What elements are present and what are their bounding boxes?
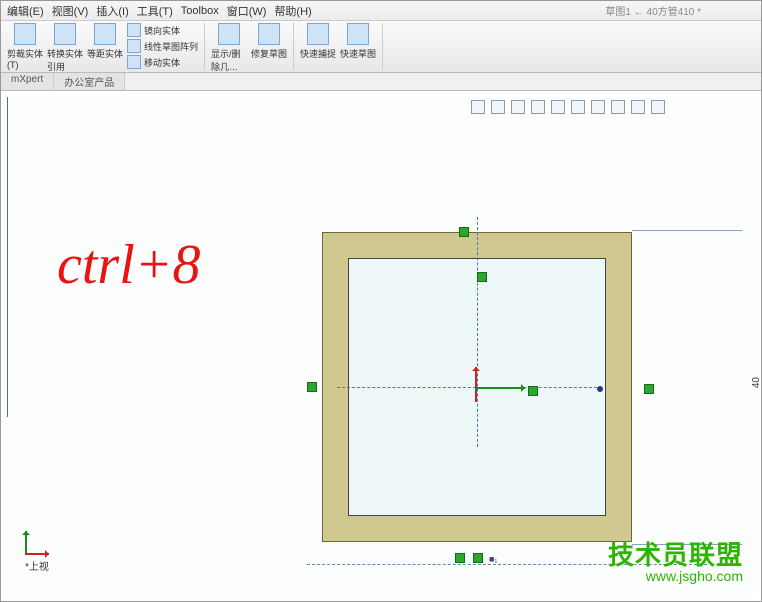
- move-label: 移动实体: [144, 56, 180, 69]
- quick-snap-icon: [307, 23, 329, 45]
- appearance-icon[interactable]: [611, 100, 625, 114]
- move-entities-button[interactable]: 移动实体: [127, 55, 198, 69]
- view-settings-icon[interactable]: [651, 100, 665, 114]
- menu-bar: 编辑(E) 视图(V) 插入(I) 工具(T) Toolbox 窗口(W) 帮助…: [1, 1, 761, 21]
- zoom-fit-icon[interactable]: [471, 100, 485, 114]
- triad-y-axis-icon: [25, 531, 27, 555]
- ribbon: 剪裁实体(T) 转换实体引用 等距实体 镜向实体 线性草图阵列 移动实体 显示/…: [1, 21, 761, 73]
- breadcrumb: 草图1 ← 40方管410 *: [605, 3, 701, 18]
- sketch-relation-icon[interactable]: [459, 227, 469, 237]
- sketch-relation-icon[interactable]: [528, 386, 538, 396]
- display-delete-button[interactable]: 显示/删除几…: [211, 23, 247, 73]
- rapid-sketch-label: 快速草图: [340, 47, 376, 60]
- repair-sketch-button[interactable]: 修复草图: [251, 23, 287, 60]
- trim-label: 剪裁实体(T): [7, 47, 43, 70]
- linear-pattern-button[interactable]: 线性草图阵列: [127, 39, 198, 53]
- offset-label: 等距实体: [87, 47, 123, 60]
- mirror-button[interactable]: 镜向实体: [127, 23, 198, 37]
- trim-entities-button[interactable]: 剪裁实体(T): [7, 23, 43, 70]
- menu-view[interactable]: 视图(V): [52, 3, 89, 19]
- view-orientation-icon[interactable]: [551, 100, 565, 114]
- triad-x-axis-icon: [25, 553, 49, 555]
- display-style-icon[interactable]: [571, 100, 585, 114]
- convert-entities-button[interactable]: 转换实体引用: [47, 23, 83, 73]
- convert-label: 转换实体引用: [47, 47, 83, 73]
- dimension-line[interactable]: [7, 97, 8, 417]
- menu-insert[interactable]: 插入(I): [96, 3, 128, 19]
- sketch-relation-icon[interactable]: [455, 553, 465, 563]
- offset-entities-button[interactable]: 等距实体: [87, 23, 123, 60]
- pattern-tools: 镜向实体 线性草图阵列 移动实体: [127, 23, 198, 69]
- hide-show-icon[interactable]: [591, 100, 605, 114]
- ribbon-group-display: 显示/删除几… 修复草图: [211, 23, 294, 70]
- move-icon: [127, 55, 141, 69]
- trim-icon: [14, 23, 36, 45]
- sketch-relation-icon[interactable]: [644, 384, 654, 394]
- watermark-url: www.jsgho.com: [608, 569, 743, 583]
- mirror-label: 镜向实体: [144, 24, 180, 37]
- tab-mxpert[interactable]: mXpert: [1, 73, 54, 90]
- sketch-relation-icon[interactable]: [477, 272, 487, 282]
- view-orientation-label: *上视: [25, 558, 49, 573]
- y-axis-icon: [475, 367, 477, 402]
- sketch-relation-icon[interactable]: [307, 382, 317, 392]
- menu-edit[interactable]: 编辑(E): [7, 3, 44, 19]
- command-manager-tabs: mXpert 办公室产品: [1, 73, 761, 91]
- offset-icon: [94, 23, 116, 45]
- quick-snap-label: 快速捕捉: [300, 47, 336, 60]
- relation-subscript: ■₁: [489, 554, 497, 564]
- handwritten-annotation: ctrl+8: [57, 237, 201, 293]
- linear-pattern-label: 线性草图阵列: [144, 40, 198, 53]
- menu-window[interactable]: 窗口(W): [227, 3, 267, 19]
- prev-view-icon[interactable]: [511, 100, 525, 114]
- mirror-icon: [127, 23, 141, 37]
- rapid-sketch-button[interactable]: 快速草图: [340, 23, 376, 60]
- repair-icon: [258, 23, 280, 45]
- menu-tools[interactable]: 工具(T): [137, 3, 173, 19]
- display-delete-label: 显示/删除几…: [211, 47, 247, 73]
- display-delete-icon: [218, 23, 240, 45]
- tab-office[interactable]: 办公室产品: [54, 73, 125, 90]
- rapid-sketch-icon: [347, 23, 369, 45]
- watermark: 技术员联盟 www.jsgho.com: [608, 543, 743, 583]
- ribbon-group-snap: 快速捕捉 快速草图: [300, 23, 383, 70]
- extension-line-top: [632, 230, 742, 231]
- ribbon-group-sketch: 剪裁实体(T) 转换实体引用 等距实体 镜向实体 线性草图阵列 移动实体: [7, 23, 205, 70]
- watermark-title: 技术员联盟: [608, 543, 743, 569]
- reference-triad: [25, 525, 55, 555]
- section-view-icon[interactable]: [531, 100, 545, 114]
- sketch-relation-icon[interactable]: [473, 553, 483, 563]
- quick-snap-button[interactable]: 快速捕捉: [300, 23, 336, 60]
- linear-pattern-icon: [127, 39, 141, 53]
- repair-label: 修复草图: [251, 47, 287, 60]
- scene-icon[interactable]: [631, 100, 645, 114]
- menu-toolbox[interactable]: Toolbox: [181, 5, 219, 17]
- sketch-origin-triad: [465, 367, 535, 437]
- view-toolbar: [471, 100, 665, 114]
- zoom-area-icon[interactable]: [491, 100, 505, 114]
- dimension-value[interactable]: 40: [751, 377, 762, 388]
- construction-point[interactable]: [597, 386, 603, 392]
- menu-help[interactable]: 帮助(H): [274, 3, 311, 19]
- x-axis-icon: [475, 387, 525, 389]
- convert-icon: [54, 23, 76, 45]
- graphics-area[interactable]: ctrl+8 ■₁ 40 *上视 技术员联盟 www.jsgho.com: [7, 97, 755, 595]
